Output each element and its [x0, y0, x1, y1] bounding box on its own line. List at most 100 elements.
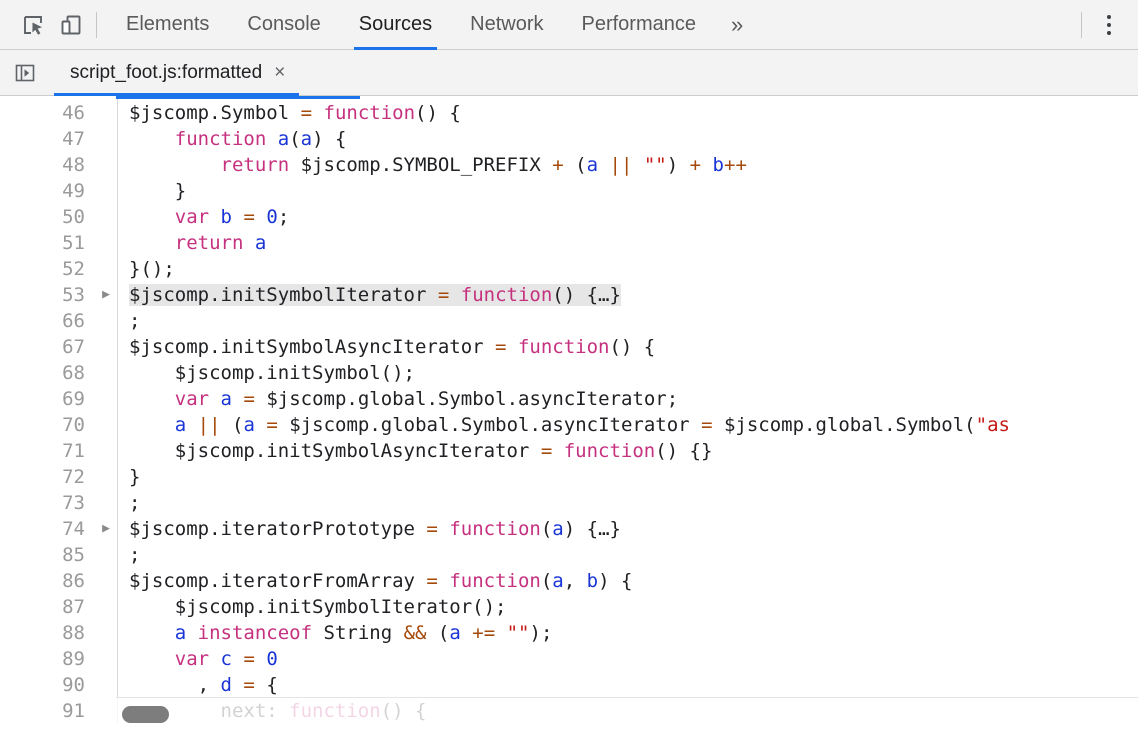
horizontal-scrollbar[interactable] — [116, 697, 1138, 730]
code-token — [186, 622, 197, 644]
tab-sources[interactable]: Sources — [340, 0, 451, 50]
code-token: { — [255, 674, 278, 696]
code-token: || — [610, 154, 633, 176]
code-line[interactable]: 69 var a = $jscomp.global.Symbol.asyncIt… — [0, 386, 1138, 412]
code-token — [438, 518, 449, 540]
tab-elements[interactable]: Elements — [107, 0, 228, 50]
line-number[interactable]: 89 — [0, 646, 95, 672]
line-number[interactable]: 90 — [0, 672, 95, 698]
line-number[interactable]: 48 — [0, 152, 95, 178]
code-token: var — [175, 388, 209, 410]
code-line[interactable]: 68 $jscomp.initSymbol(); — [0, 360, 1138, 386]
code-token: () {…} — [552, 284, 621, 306]
line-number[interactable]: 67 — [0, 334, 95, 360]
code-token: $jscomp.iteratorPrototype — [129, 518, 426, 540]
code-token: ( — [541, 570, 552, 592]
code-token — [552, 440, 563, 462]
code-token: function — [518, 336, 610, 358]
line-number[interactable]: 72 — [0, 464, 95, 490]
line-number[interactable]: 51 — [0, 230, 95, 256]
code-line[interactable]: 51 return a — [0, 230, 1138, 256]
expand-triangle-icon[interactable]: ▶ — [95, 516, 117, 542]
code-token — [255, 648, 266, 670]
code-line[interactable]: 46$jscomp.Symbol = function() { — [0, 100, 1138, 126]
tab-network[interactable]: Network — [451, 0, 562, 50]
code-line[interactable]: 72} — [0, 464, 1138, 490]
tab-console[interactable]: Console — [228, 0, 339, 50]
more-tabs-chevron-icon[interactable]: » — [715, 0, 759, 50]
code-line[interactable]: 90 , d = { — [0, 672, 1138, 698]
code-token — [129, 232, 175, 254]
code-token — [129, 648, 175, 670]
line-number[interactable]: 50 — [0, 204, 95, 230]
line-number[interactable]: 86 — [0, 568, 95, 594]
show-navigator-icon[interactable] — [10, 58, 40, 88]
code-token: var — [175, 206, 209, 228]
code-token — [243, 232, 254, 254]
tab-sources-label: Sources — [359, 13, 432, 36]
tab-performance[interactable]: Performance — [563, 0, 716, 50]
kebab-menu-icon[interactable] — [1092, 6, 1126, 44]
file-tab-script-foot[interactable]: script_foot.js:formatted × — [54, 50, 299, 96]
code-line[interactable]: 48 return $jscomp.SYMBOL_PREFIX + (a || … — [0, 152, 1138, 178]
line-number[interactable]: 69 — [0, 386, 95, 412]
code-token: function — [175, 128, 267, 150]
code-line[interactable]: 86 $jscomp.iteratorFromArray = function(a… — [0, 568, 1138, 594]
code-token: ; — [278, 206, 289, 228]
code-text: $jscomp.iteratorFromArray = function(a, … — [117, 568, 1138, 594]
code-line[interactable]: 73; — [0, 490, 1138, 516]
code-line[interactable]: 53▶$jscomp.initSymbolIterator = function… — [0, 282, 1138, 308]
code-line[interactable]: 66; — [0, 308, 1138, 334]
code-token: "" — [507, 622, 530, 644]
line-number[interactable]: 87 — [0, 594, 95, 620]
source-code-editor[interactable]: 45}46$jscomp.Symbol = function() {47 fun… — [0, 96, 1138, 730]
line-number[interactable]: 49 — [0, 178, 95, 204]
close-icon[interactable]: × — [274, 63, 285, 82]
expand-triangle-icon[interactable]: ▶ — [95, 282, 117, 308]
code-token: $jscomp.initSymbolIterator — [129, 284, 438, 306]
line-number[interactable]: 71 — [0, 438, 95, 464]
line-number[interactable]: 66 — [0, 308, 95, 334]
code-line[interactable]: 67$jscomp.initSymbolAsyncIterator = func… — [0, 334, 1138, 360]
code-token — [232, 206, 243, 228]
line-number[interactable]: 53 — [0, 282, 95, 308]
line-number[interactable]: 47 — [0, 126, 95, 152]
code-line[interactable]: 52}(); — [0, 256, 1138, 282]
code-line[interactable]: 74▶$jscomp.iteratorPrototype = function(… — [0, 516, 1138, 542]
line-number[interactable]: 68 — [0, 360, 95, 386]
line-number[interactable]: 91 — [0, 698, 95, 724]
line-number[interactable]: 52 — [0, 256, 95, 282]
code-token — [495, 622, 506, 644]
device-toolbar-icon[interactable] — [52, 6, 90, 44]
code-token: d — [221, 674, 232, 696]
code-line[interactable]: 89 var c = 0 — [0, 646, 1138, 672]
code-token: ; — [129, 492, 140, 514]
code-token — [232, 388, 243, 410]
code-token: String — [312, 622, 404, 644]
line-number[interactable]: 70 — [0, 412, 95, 438]
line-number[interactable]: 73 — [0, 490, 95, 516]
code-line[interactable]: 88 a instanceof String && (a += ""); — [0, 620, 1138, 646]
code-token — [598, 154, 609, 176]
line-number[interactable]: 85 — [0, 542, 95, 568]
line-number[interactable]: 46 — [0, 100, 95, 126]
code-line[interactable]: 47 function a(a) { — [0, 126, 1138, 152]
code-token: var — [175, 648, 209, 670]
code-line[interactable]: 87 $jscomp.initSymbolIterator(); — [0, 594, 1138, 620]
code-line[interactable]: 50 var b = 0; — [0, 204, 1138, 230]
code-token — [438, 570, 449, 592]
code-line[interactable]: 71 $jscomp.initSymbolAsyncIterator = fun… — [0, 438, 1138, 464]
code-token: a — [449, 622, 460, 644]
kebab-dot-1 — [1107, 15, 1111, 19]
code-token: a — [243, 414, 254, 436]
code-token: = — [438, 284, 449, 306]
code-text: $jscomp.initSymbolAsyncIterator = functi… — [117, 438, 1138, 464]
inspect-element-icon[interactable] — [14, 6, 52, 44]
horizontal-scrollbar-thumb[interactable] — [122, 706, 169, 723]
line-number[interactable]: 88 — [0, 620, 95, 646]
code-token: a — [175, 414, 186, 436]
code-line[interactable]: 49 } — [0, 178, 1138, 204]
code-line[interactable]: 70 a || (a = $jscomp.global.Symbol.async… — [0, 412, 1138, 438]
code-line[interactable]: 85; — [0, 542, 1138, 568]
line-number[interactable]: 74 — [0, 516, 95, 542]
